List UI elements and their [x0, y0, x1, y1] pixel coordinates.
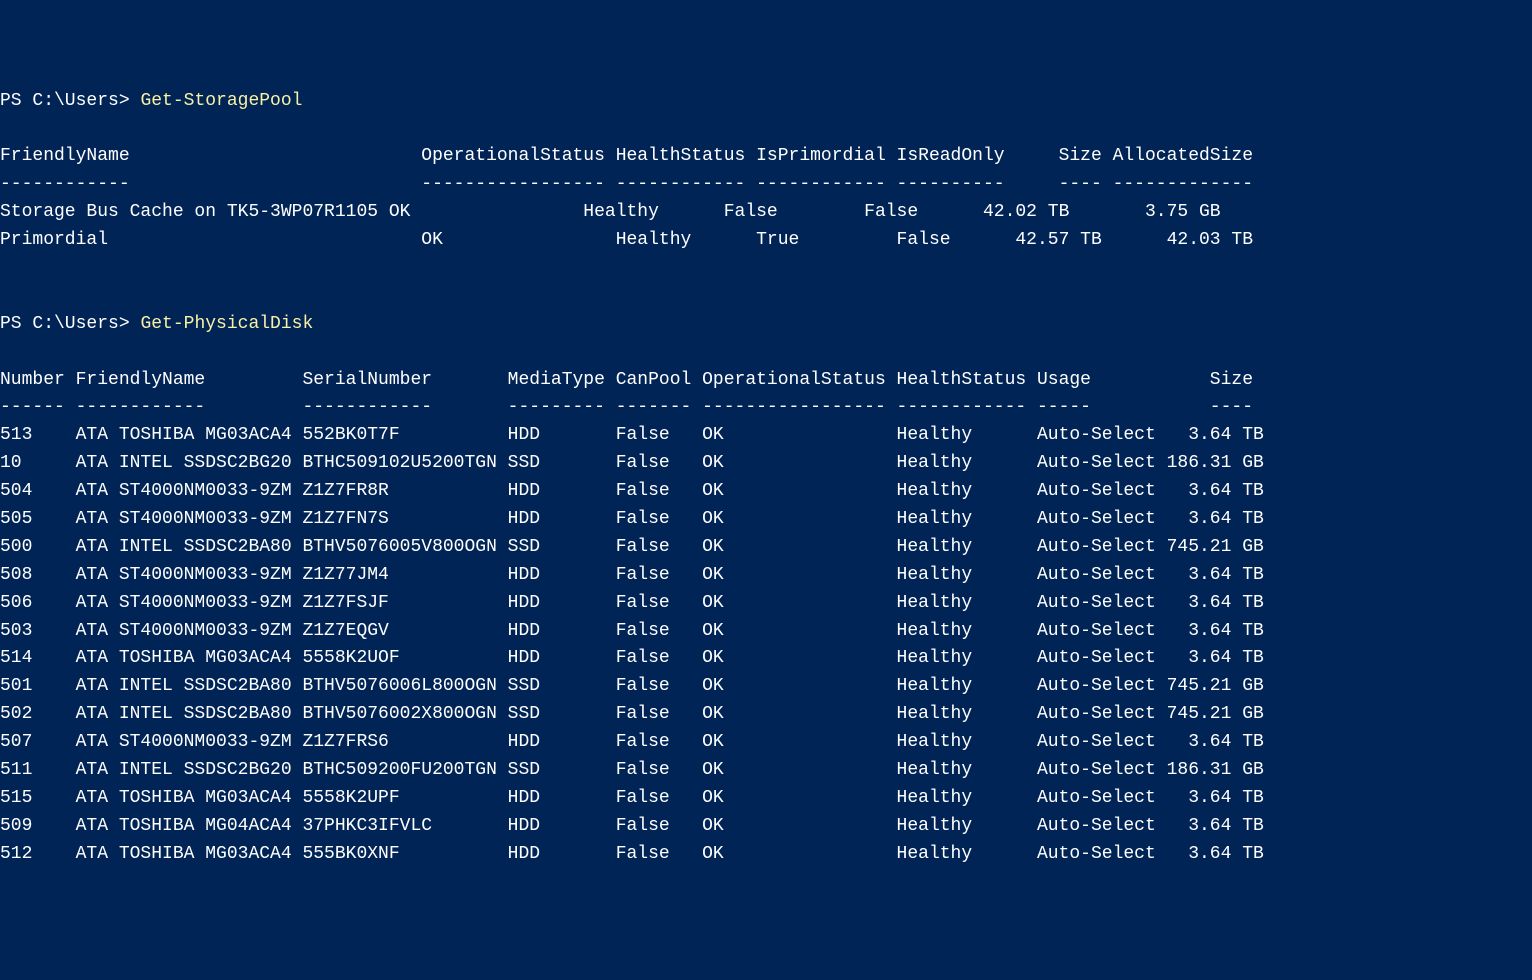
- physicaldisk-divider: ------ ------------ ------------ -------…: [0, 397, 1253, 417]
- terminal-output[interactable]: PS C:\Users> Get-StoragePool FriendlyNam…: [0, 88, 1532, 869]
- storagepool-divider: ------------ ----------------- ---------…: [0, 174, 1253, 194]
- table-row: 502 ATA INTEL SSDSC2BA80 BTHV5076002X800…: [0, 704, 1264, 724]
- table-row: 500 ATA INTEL SSDSC2BA80 BTHV5076005V800…: [0, 537, 1264, 557]
- table-row: 507 ATA ST4000NM0033-9ZM Z1Z7FRS6 HDD Fa…: [0, 732, 1264, 752]
- table-row: 511 ATA INTEL SSDSC2BG20 BTHC509200FU200…: [0, 760, 1264, 780]
- storagepool-header: FriendlyName OperationalStatus HealthSta…: [0, 146, 1253, 166]
- table-row: 503 ATA ST4000NM0033-9ZM Z1Z7EQGV HDD Fa…: [0, 621, 1264, 641]
- table-row: 501 ATA INTEL SSDSC2BA80 BTHV5076006L800…: [0, 676, 1264, 696]
- ps-prompt-1: PS C:\Users>: [0, 91, 140, 111]
- table-row: 504 ATA ST4000NM0033-9ZM Z1Z7FR8R HDD Fa…: [0, 481, 1264, 501]
- storagepool-row: Storage Bus Cache on TK5-3WP07R1105 OK H…: [0, 202, 1221, 222]
- table-row: 505 ATA ST4000NM0033-9ZM Z1Z7FN7S HDD Fa…: [0, 509, 1264, 529]
- table-row: 506 ATA ST4000NM0033-9ZM Z1Z7FSJF HDD Fa…: [0, 593, 1264, 613]
- physicaldisk-header: Number FriendlyName SerialNumber MediaTy…: [0, 370, 1253, 390]
- table-row: 10 ATA INTEL SSDSC2BG20 BTHC509102U5200T…: [0, 453, 1264, 473]
- cmdlet-get-storagepool: Get-StoragePool: [140, 91, 302, 111]
- storagepool-row: Primordial OK Healthy True False 42.57 T…: [0, 230, 1253, 250]
- table-row: 509 ATA TOSHIBA MG04ACA4 37PHKC3IFVLC HD…: [0, 816, 1264, 836]
- table-row: 513 ATA TOSHIBA MG03ACA4 552BK0T7F HDD F…: [0, 425, 1264, 445]
- table-row: 512 ATA TOSHIBA MG03ACA4 555BK0XNF HDD F…: [0, 844, 1264, 864]
- cmdlet-get-physicaldisk: Get-PhysicalDisk: [140, 314, 313, 334]
- table-row: 514 ATA TOSHIBA MG03ACA4 5558K2UOF HDD F…: [0, 648, 1264, 668]
- table-row: 515 ATA TOSHIBA MG03ACA4 5558K2UPF HDD F…: [0, 788, 1264, 808]
- table-row: 508 ATA ST4000NM0033-9ZM Z1Z77JM4 HDD Fa…: [0, 565, 1264, 585]
- ps-prompt-2: PS C:\Users>: [0, 314, 140, 334]
